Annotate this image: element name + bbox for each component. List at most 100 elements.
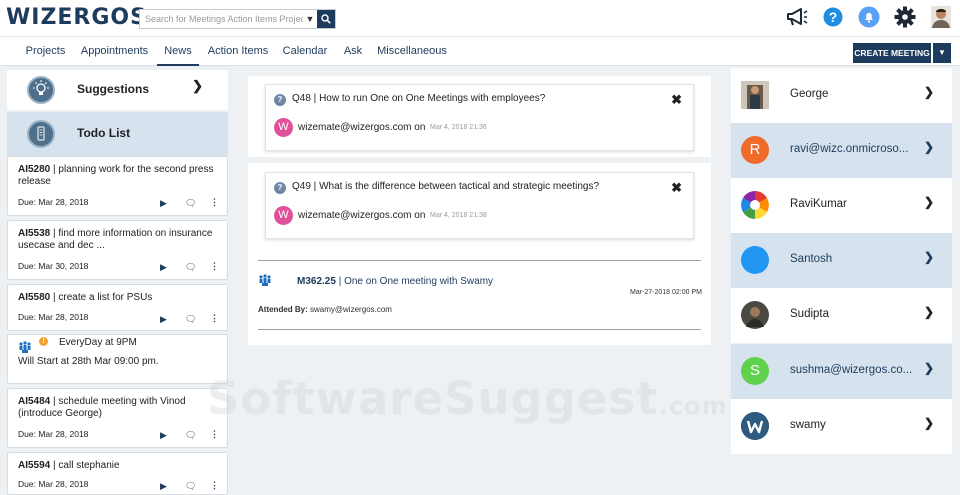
todo-title: AI5280 | planning work for the second pr… [18,164,214,187]
tab-action-items[interactable]: Action Items [205,37,271,66]
play-icon[interactable]: ▶ [160,430,167,441]
chevron-right-icon[interactable]: ❯ [924,416,934,430]
create-meeting-button[interactable]: CREATE MEETING [853,43,931,63]
question-card[interactable]: ? Q48 | How to run One on One Meetings w… [265,84,694,151]
chevron-right-icon[interactable]: ❯ [924,305,934,319]
more-options-icon[interactable]: ⋮ [210,480,219,491]
watermark: SoftwareSuggest.com [207,372,728,425]
question-icon: ? [274,94,286,106]
person-name: Santosh [790,253,833,265]
app-logo[interactable]: WIZERGOS [6,7,147,29]
search-box[interactable]: Search for Meetings Action Items Project… [139,9,336,29]
todo-card[interactable]: AI5580 | create a list for PSUs Due: Mar… [7,284,228,331]
top-bar: WIZERGOS Search for Meetings Action Item… [0,0,960,36]
tab-ask[interactable]: Ask [339,37,367,66]
chevron-right-icon[interactable]: ❯ [924,85,934,99]
avatar [741,246,769,274]
recurring-schedule: EveryDay at 9PM [59,337,137,348]
todo-due-date: Due: Mar 28, 2018 [18,429,89,439]
user-avatar[interactable] [930,6,952,28]
left-sidebar: Suggestions ❯ Todo List AI5280 | plannin… [7,70,228,495]
person-item[interactable]: swamy ❯ [731,399,952,454]
person-name: George [790,88,829,100]
play-icon[interactable]: ▶ [160,262,167,273]
more-options-icon[interactable]: ⋮ [210,313,219,324]
create-meeting-dropdown-icon[interactable]: ▼ [933,43,951,63]
person-item[interactable]: George ❯ [731,68,952,123]
question-text[interactable]: Q49 | What is the difference between tac… [292,181,599,192]
recurring-meeting-card[interactable]: ! EveryDay at 9PM Will Start at 28th Mar… [7,334,228,384]
meeting-date: Mar-27-2018 02:00 PM [630,289,702,296]
feed-divider [248,157,711,163]
play-icon[interactable]: ▶ [160,198,167,209]
chevron-right-icon[interactable]: ❯ [924,361,934,375]
chevron-right-icon[interactable]: ❯ [924,195,934,209]
todo-card[interactable]: AI5594 | call stephanie Due: Mar 28, 201… [7,452,228,495]
suggestions-item[interactable]: Suggestions ❯ [7,70,228,110]
close-icon[interactable]: ✖ [671,92,682,108]
settings-icon[interactable] [894,6,916,28]
notification-icon[interactable] [858,6,880,28]
comment-icon[interactable]: 🗨 [185,481,196,492]
todo-list-item[interactable]: Todo List [7,112,228,156]
todo-due-date: Due: Mar 30, 2018 [18,261,89,271]
suggestions-label: Suggestions [77,82,150,96]
chevron-right-icon[interactable]: ❯ [924,250,934,264]
search-scope-caret-icon[interactable]: ▼ [303,10,317,28]
todo-title: AI5484 | schedule meeting with Vinod (in… [18,396,186,419]
close-icon[interactable]: ✖ [671,180,682,196]
comment-icon[interactable]: 🗨 [185,430,196,441]
person-item[interactable]: Sudipta ❯ [731,288,952,343]
chevron-right-icon[interactable]: ❯ [192,78,203,94]
tab-projects[interactable]: Projects [18,37,73,66]
person-item[interactable]: S sushma@wizergos.co... ❯ [731,344,952,399]
avatar: W [274,118,293,137]
alert-icon: ! [39,337,48,346]
comment-icon[interactable]: 🗨 [185,198,196,209]
question-text[interactable]: Q48 | How to run One on One Meetings wit… [292,93,545,104]
more-options-icon[interactable]: ⋮ [210,429,219,440]
help-icon[interactable]: ? [822,6,844,28]
avatar: S [741,357,769,385]
avatar [741,301,769,329]
todo-due-date: Due: Mar 28, 2018 [18,197,89,207]
avatar: W [274,206,293,225]
more-options-icon[interactable]: ⋮ [210,197,219,208]
question-author: wizemate@wizergos.com on [298,122,426,133]
main-nav: Projects Appointments News Action Items … [0,36,960,66]
meeting-attendees: Attended By: swamy@wizergos.com [258,305,392,314]
search-button[interactable] [317,10,335,28]
person-item[interactable]: Santosh ❯ [731,233,952,288]
todo-title: AI5594 | call stephanie [18,460,120,471]
meeting-title[interactable]: M362.25 | One on One meeting with Swamy [297,276,493,287]
todo-list-label: Todo List [77,126,131,140]
question-author: wizemate@wizergos.com on [298,210,426,221]
tab-appointments[interactable]: Appointments [78,37,151,66]
play-icon[interactable]: ▶ [160,481,167,492]
more-options-icon[interactable]: ⋮ [210,261,219,272]
megaphone-icon[interactable] [786,6,808,28]
team-icon [18,341,32,356]
play-icon[interactable]: ▶ [160,314,167,325]
chevron-right-icon[interactable]: ❯ [924,140,934,154]
question-card[interactable]: ? Q49 | What is the difference between t… [265,172,694,239]
todo-due-date: Due: Mar 28, 2018 [18,312,89,322]
comment-icon[interactable]: 🗨 [185,314,196,325]
todo-card[interactable]: AI5538 | find more information on insura… [7,220,228,280]
tab-miscellaneous[interactable]: Miscellaneous [375,37,449,66]
avatar [741,412,769,440]
avatar: R [741,136,769,164]
todo-card[interactable]: AI5484 | schedule meeting with Vinod (in… [7,388,228,448]
search-icon [321,14,331,24]
comment-icon[interactable]: 🗨 [185,262,196,273]
tab-news[interactable]: News [157,37,199,66]
tab-calendar[interactable]: Calendar [279,37,331,66]
todo-card[interactable]: AI5280 | planning work for the second pr… [7,156,228,216]
question-timestamp: Mar 4, 2018 21:38 [430,212,487,219]
search-input[interactable]: Search for Meetings Action Items Project… [140,10,303,28]
svg-text:?: ? [829,9,838,25]
recurring-start: Will Start at 28th Mar 09:00 pm. [18,356,159,367]
divider [258,329,701,330]
person-item[interactable]: R ravi@wizc.onmicroso... ❯ [731,123,952,178]
person-item[interactable]: RaviKumar ❯ [731,178,952,233]
